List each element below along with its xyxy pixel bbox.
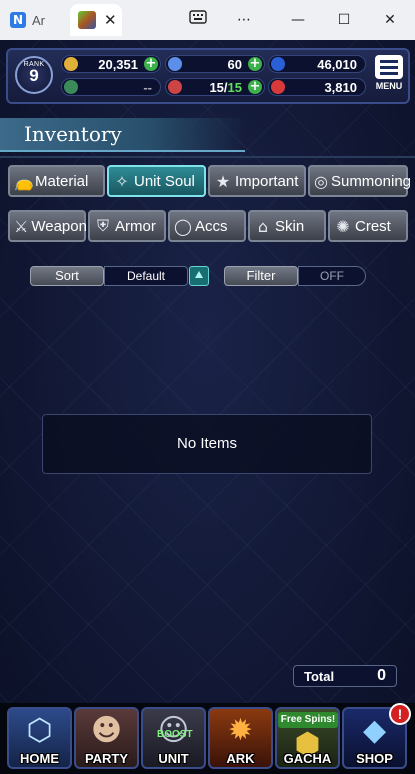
filter-button[interactable]: Filter [224, 266, 298, 286]
gil-coin-icon [64, 57, 78, 71]
tab-label: Summoning [330, 172, 412, 190]
tab-crest[interactable]: ✺ Crest [328, 210, 408, 242]
crystal-icon [168, 57, 182, 71]
bag-icon: 👝 [14, 171, 34, 191]
keyboard-icon[interactable] [186, 8, 210, 32]
soul-flame-icon: ✧ [115, 171, 129, 191]
nav-label: GACHA [283, 751, 332, 766]
nav-label: ARK [226, 751, 255, 766]
sort-button[interactable]: Sort [30, 266, 104, 286]
home-crystal-icon: ⬡ [26, 713, 53, 748]
armor-icon: ⛨ [96, 216, 109, 235]
tab-label: Unit Soul [134, 172, 195, 190]
bottom-nav: ⬡ HOME ☻ PARTY ☺ BOOST UNIT ✹ ARK Free S… [0, 703, 415, 774]
game-favicon-icon [78, 11, 96, 29]
tab-label: Weapon [31, 217, 87, 235]
tab-label: Ar [32, 12, 45, 28]
menu-button[interactable]: MENU [372, 53, 406, 99]
summon-icon: ◎ [314, 171, 328, 191]
red-gem-value: 3,810 [324, 80, 357, 95]
total-value: 0 [377, 667, 386, 684]
crystal-counter: 60 + [165, 55, 265, 73]
total-label: Total [304, 669, 335, 684]
blue-gem-icon [271, 57, 285, 71]
minimize-icon[interactable]: — [286, 8, 310, 32]
tab-armor[interactable]: ⛨ Armor [88, 210, 166, 242]
tab-label: Material [35, 172, 89, 190]
red-gem-icon [271, 80, 285, 94]
party-characters-icon: ☻ [90, 713, 123, 748]
nav-gacha[interactable]: Free Spins! ⬢ GACHA [275, 707, 340, 769]
ark-flame-icon: ✹ [227, 713, 254, 748]
close-icon[interactable]: ✕ [378, 8, 402, 32]
tab-important[interactable]: ★ Important [208, 165, 306, 197]
nav-home[interactable]: ⬡ HOME [7, 707, 72, 769]
tab-summoning[interactable]: ◎ Summoning [308, 165, 412, 197]
total-counter: Total 0 [293, 665, 397, 687]
window-titlebar: N Ar ✕ ⋯ — ☐ ✕ [0, 0, 415, 40]
energy-counter: 15/15 + [165, 78, 265, 96]
sort-value[interactable]: Default [104, 266, 188, 286]
ring-icon: ◯ [174, 216, 192, 236]
shop-crystal-icon: ◆ [362, 713, 387, 748]
nav-label: SHOP [356, 751, 393, 766]
shop-notification-badge: ! [389, 703, 411, 725]
energy-alert-icon [168, 80, 182, 94]
boost-tag: BOOST [157, 729, 193, 740]
sort-order-toggle-icon[interactable] [189, 266, 209, 286]
inventory-banner: Inventory [0, 118, 245, 152]
stamina-value: -- [143, 80, 152, 95]
crystal-plus-button[interactable]: + [248, 57, 262, 71]
nav-party[interactable]: ☻ PARTY [74, 707, 139, 769]
gil-value: 20,351 [98, 57, 138, 72]
browser-tab-inactive[interactable]: N Ar [10, 6, 68, 34]
gil-counter: 20,351 + [61, 55, 161, 73]
nav-label: UNIT [158, 751, 189, 766]
energy-value: 15/15 [209, 80, 242, 95]
rank-value: 9 [29, 66, 39, 85]
crest-icon: ✺ [336, 216, 350, 236]
nav-label: PARTY [84, 751, 129, 766]
tab-close-icon[interactable]: ✕ [104, 11, 117, 29]
more-icon[interactable]: ⋯ [232, 8, 256, 32]
crystal-value: 60 [227, 57, 242, 72]
game-screen: RANK 9 20,351 + 60 + 46,010 -- 15/15 + 3… [0, 40, 415, 774]
blue-gem-value: 46,010 [317, 57, 357, 72]
top-hud: RANK 9 20,351 + 60 + 46,010 -- 15/15 + 3… [6, 48, 410, 104]
free-spins-badge: Free Spins! [278, 712, 338, 728]
tab-weapon[interactable]: ⚔ Weapon [8, 210, 87, 242]
menu-label: MENU [375, 81, 403, 91]
tab-label: Armor [115, 217, 156, 235]
stamina-counter: -- [61, 78, 161, 96]
sword-icon: ⚔ [14, 216, 29, 236]
page-title: Inventory [24, 122, 122, 146]
nav-ark[interactable]: ✹ ARK [208, 707, 273, 769]
tab-material[interactable]: 👝 Material [8, 165, 105, 197]
divider [0, 156, 415, 158]
tab-label: Skin [275, 217, 305, 235]
nav-unit[interactable]: ☺ BOOST UNIT [141, 707, 206, 769]
tab-label: Accs [195, 217, 228, 235]
red-gem-counter: 3,810 [268, 78, 366, 96]
empty-state-message: No Items [42, 414, 372, 474]
stamina-icon [64, 80, 78, 94]
star-icon: ★ [215, 171, 231, 191]
tab-unit-soul[interactable]: ✧ Unit Soul [107, 165, 206, 197]
maximize-icon[interactable]: ☐ [332, 8, 356, 32]
tab-label: Crest [355, 217, 391, 235]
hanger-icon: ⌂ [257, 216, 269, 236]
gil-plus-button[interactable]: + [144, 57, 158, 71]
app-favicon-icon: N [10, 12, 26, 28]
energy-plus-button[interactable]: + [248, 80, 262, 94]
tab-accs[interactable]: ◯ Accs [168, 210, 246, 242]
hamburger-icon [375, 55, 403, 79]
blue-gem-counter: 46,010 [268, 55, 366, 73]
tab-label: Important [235, 172, 299, 190]
browser-tab-active[interactable]: ✕ [70, 4, 122, 36]
filter-value[interactable]: OFF [298, 266, 366, 286]
rank-badge[interactable]: RANK 9 [15, 56, 53, 94]
tab-skin[interactable]: ⌂ Skin [248, 210, 326, 242]
nav-label: HOME [20, 751, 59, 766]
